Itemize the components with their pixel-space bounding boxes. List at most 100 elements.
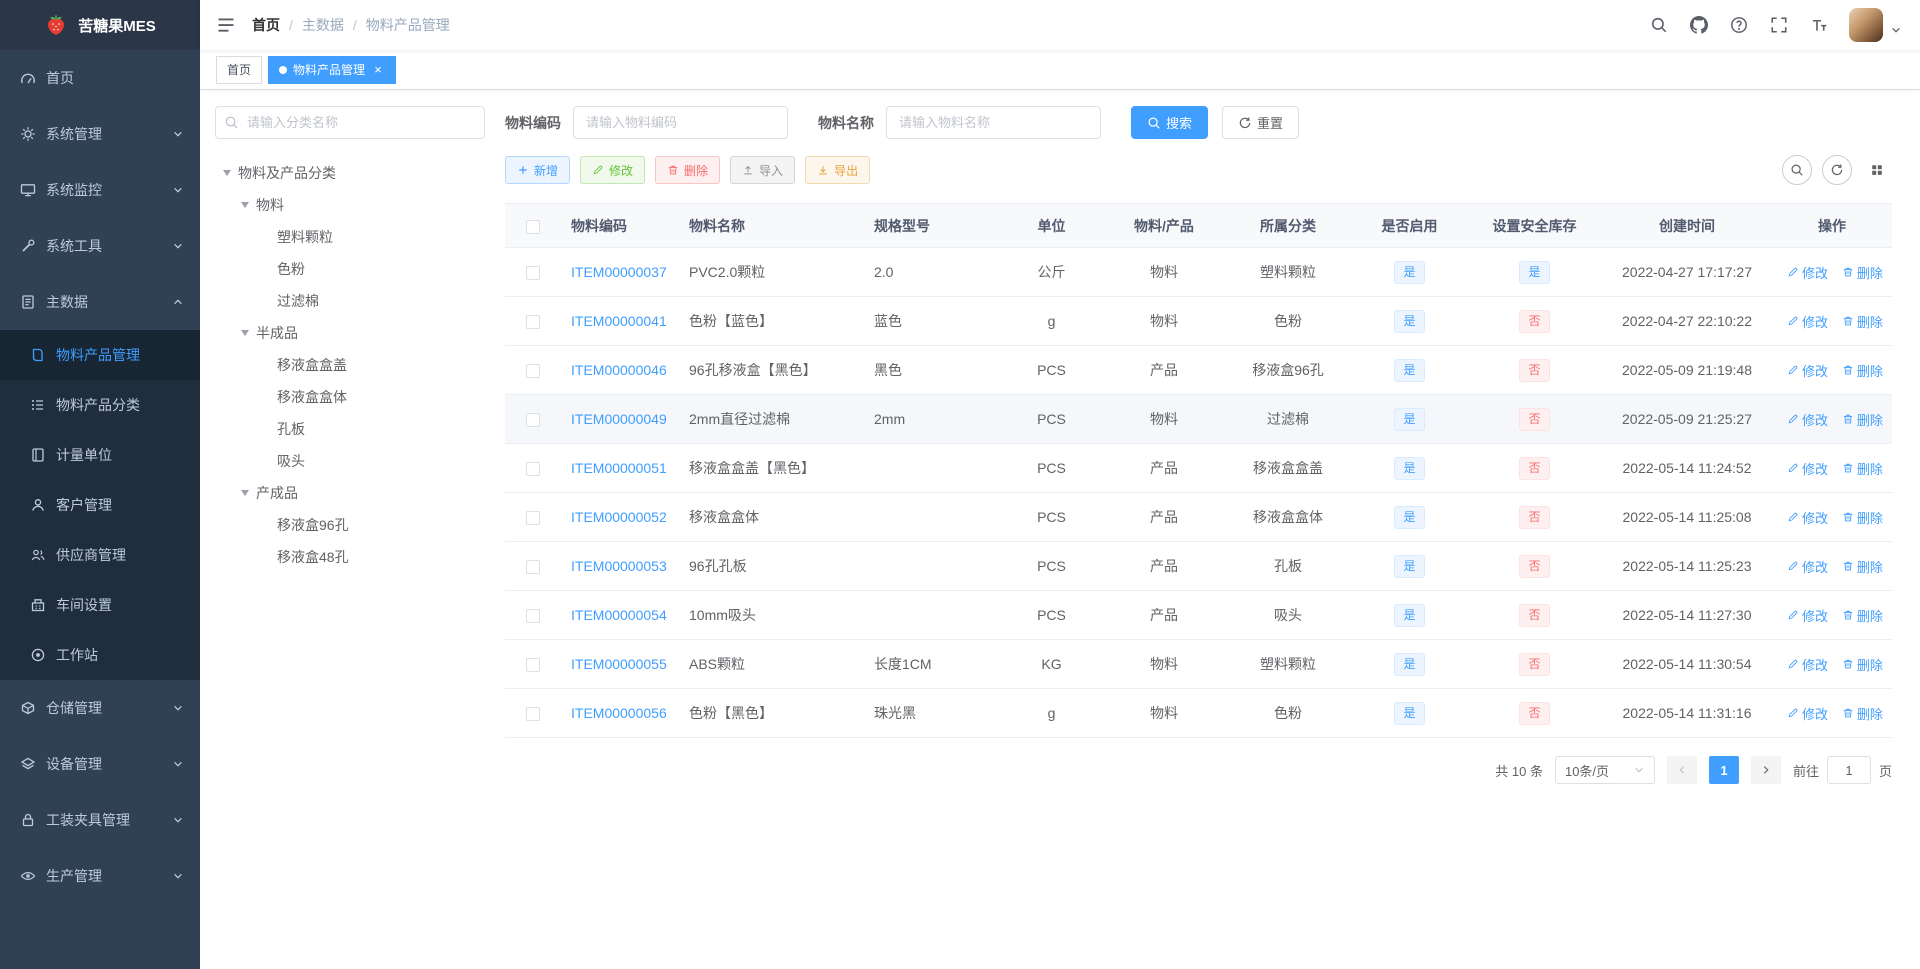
sidebar-item-material-product-management[interactable]: 物料产品管理 bbox=[0, 330, 200, 380]
row-edit-button[interactable]: 修改 bbox=[1787, 606, 1828, 625]
breadcrumb-home[interactable]: 首页 bbox=[252, 15, 280, 35]
sidebar-item-warehouse-management[interactable]: 仓储管理 bbox=[0, 680, 200, 736]
row-delete-button[interactable]: 删除 bbox=[1842, 263, 1883, 282]
row-delete-button[interactable]: 删除 bbox=[1842, 312, 1883, 331]
sidebar-item-material-product-category[interactable]: 物料产品分类 bbox=[0, 380, 200, 430]
row-edit-button[interactable]: 修改 bbox=[1787, 312, 1828, 331]
tree-node-leaf[interactable]: 移液盒48孔 bbox=[215, 541, 485, 573]
row-delete-button[interactable]: 删除 bbox=[1842, 508, 1883, 527]
sidebar-item-system-tools[interactable]: 系统工具 bbox=[0, 218, 200, 274]
row-delete-button[interactable]: 删除 bbox=[1842, 704, 1883, 723]
row-checkbox[interactable] bbox=[526, 609, 540, 624]
font-size-button[interactable] bbox=[1809, 15, 1829, 35]
row-edit-button[interactable]: 修改 bbox=[1787, 704, 1828, 723]
tree-node-leaf[interactable]: 移液盒盒体 bbox=[215, 381, 485, 413]
tree-expand-icon[interactable] bbox=[241, 490, 249, 496]
row-edit-button[interactable]: 修改 bbox=[1787, 655, 1828, 674]
material-code-link[interactable]: ITEM00000037 bbox=[571, 264, 667, 280]
row-checkbox[interactable] bbox=[526, 315, 540, 330]
github-button[interactable] bbox=[1689, 15, 1709, 35]
tree-node-group[interactable]: 物料 bbox=[215, 189, 485, 221]
material-code-link[interactable]: ITEM00000052 bbox=[571, 509, 667, 525]
hamburger-icon[interactable] bbox=[216, 15, 236, 35]
material-code-link[interactable]: ITEM00000053 bbox=[571, 558, 667, 574]
search-button[interactable]: 搜索 bbox=[1131, 106, 1209, 139]
row-checkbox[interactable] bbox=[526, 462, 540, 477]
material-name-input[interactable] bbox=[886, 106, 1101, 139]
row-edit-button[interactable]: 修改 bbox=[1787, 361, 1828, 380]
help-button[interactable] bbox=[1729, 15, 1749, 35]
delete-button[interactable]: 删除 bbox=[655, 156, 721, 184]
row-checkbox[interactable] bbox=[526, 511, 540, 526]
row-delete-button[interactable]: 删除 bbox=[1842, 606, 1883, 625]
sidebar-item-system-monitor[interactable]: 系统监控 bbox=[0, 162, 200, 218]
row-edit-button[interactable]: 修改 bbox=[1787, 508, 1828, 527]
tree-node-leaf[interactable]: 孔板 bbox=[215, 413, 485, 445]
material-code-link[interactable]: ITEM00000055 bbox=[571, 656, 667, 672]
material-code-link[interactable]: ITEM00000049 bbox=[571, 411, 667, 427]
tree-node-leaf[interactable]: 吸头 bbox=[215, 445, 485, 477]
page-size-select[interactable]: 10条/页 bbox=[1554, 756, 1655, 784]
select-all-checkbox[interactable] bbox=[526, 219, 540, 234]
row-delete-button[interactable]: 删除 bbox=[1842, 410, 1883, 429]
export-button[interactable]: 导出 bbox=[805, 156, 871, 184]
row-checkbox[interactable] bbox=[526, 658, 540, 673]
row-checkbox[interactable] bbox=[526, 560, 540, 575]
material-code-link[interactable]: ITEM00000046 bbox=[571, 362, 667, 378]
row-edit-button[interactable]: 修改 bbox=[1787, 459, 1828, 478]
prev-page-button[interactable] bbox=[1666, 756, 1697, 784]
sidebar-item-supplier-management[interactable]: 供应商管理 bbox=[0, 530, 200, 580]
sidebar-item-home[interactable]: 首页 bbox=[0, 50, 200, 106]
material-code-input[interactable] bbox=[573, 106, 788, 139]
import-button[interactable]: 导入 bbox=[730, 156, 796, 184]
goto-page-input[interactable] bbox=[1826, 756, 1871, 784]
app-logo[interactable]: 苦糖果MES bbox=[0, 0, 200, 50]
tree-node-root[interactable]: 物料及产品分类 bbox=[215, 157, 485, 189]
row-checkbox[interactable] bbox=[526, 266, 540, 281]
tree-node-leaf[interactable]: 塑料颗粒 bbox=[215, 221, 485, 253]
material-code-link[interactable]: ITEM00000056 bbox=[571, 705, 667, 721]
tab-material-product-management[interactable]: 物料产品管理 bbox=[268, 55, 397, 84]
next-page-button[interactable] bbox=[1750, 756, 1781, 784]
sidebar-item-equipment-management[interactable]: 设备管理 bbox=[0, 736, 200, 792]
tree-node-group[interactable]: 产成品 bbox=[215, 477, 485, 509]
breadcrumb-master-data[interactable]: 主数据 bbox=[302, 15, 344, 35]
header-search-button[interactable] bbox=[1649, 15, 1669, 35]
sidebar-item-fixture-management[interactable]: 工装夹具管理 bbox=[0, 792, 200, 848]
tree-node-leaf[interactable]: 色粉 bbox=[215, 253, 485, 285]
sidebar-item-workshop-settings[interactable]: 车间设置 bbox=[0, 580, 200, 630]
tree-node-group[interactable]: 半成品 bbox=[215, 317, 485, 349]
columns-toggle-button[interactable] bbox=[1862, 155, 1892, 185]
page-number-1[interactable]: 1 bbox=[1708, 756, 1739, 784]
user-menu[interactable] bbox=[1849, 8, 1902, 42]
refresh-button[interactable] bbox=[1822, 155, 1852, 185]
tree-node-leaf[interactable]: 移液盒96孔 bbox=[215, 509, 485, 541]
row-checkbox[interactable] bbox=[526, 707, 540, 722]
tab-home[interactable]: 首页 bbox=[216, 55, 263, 84]
tree-node-leaf[interactable]: 过滤棉 bbox=[215, 285, 485, 317]
sidebar-item-workstation[interactable]: 工作站 bbox=[0, 630, 200, 680]
row-delete-button[interactable]: 删除 bbox=[1842, 655, 1883, 674]
row-delete-button[interactable]: 删除 bbox=[1842, 459, 1883, 478]
tree-expand-icon[interactable] bbox=[223, 170, 231, 176]
sidebar-item-production-management[interactable]: 生产管理 bbox=[0, 848, 200, 904]
row-edit-button[interactable]: 修改 bbox=[1787, 410, 1828, 429]
sidebar-item-master-data[interactable]: 主数据 bbox=[0, 274, 200, 330]
sidebar-item-customer-management[interactable]: 客户管理 bbox=[0, 480, 200, 530]
fullscreen-button[interactable] bbox=[1769, 15, 1789, 35]
tree-node-leaf[interactable]: 移液盒盒盖 bbox=[215, 349, 485, 381]
category-search-input[interactable] bbox=[215, 106, 485, 139]
material-code-link[interactable]: ITEM00000041 bbox=[571, 313, 667, 329]
tree-expand-icon[interactable] bbox=[241, 202, 249, 208]
row-edit-button[interactable]: 修改 bbox=[1787, 557, 1828, 576]
add-button[interactable]: 新增 bbox=[505, 156, 571, 184]
row-delete-button[interactable]: 删除 bbox=[1842, 361, 1883, 380]
toggle-search-button[interactable] bbox=[1782, 155, 1812, 185]
row-edit-button[interactable]: 修改 bbox=[1787, 263, 1828, 282]
close-icon[interactable] bbox=[371, 63, 385, 77]
tree-expand-icon[interactable] bbox=[241, 330, 249, 336]
sidebar-item-measurement-unit[interactable]: 计量单位 bbox=[0, 430, 200, 480]
row-checkbox[interactable] bbox=[526, 364, 540, 379]
edit-button[interactable]: 修改 bbox=[580, 156, 646, 184]
row-checkbox[interactable] bbox=[526, 413, 540, 428]
